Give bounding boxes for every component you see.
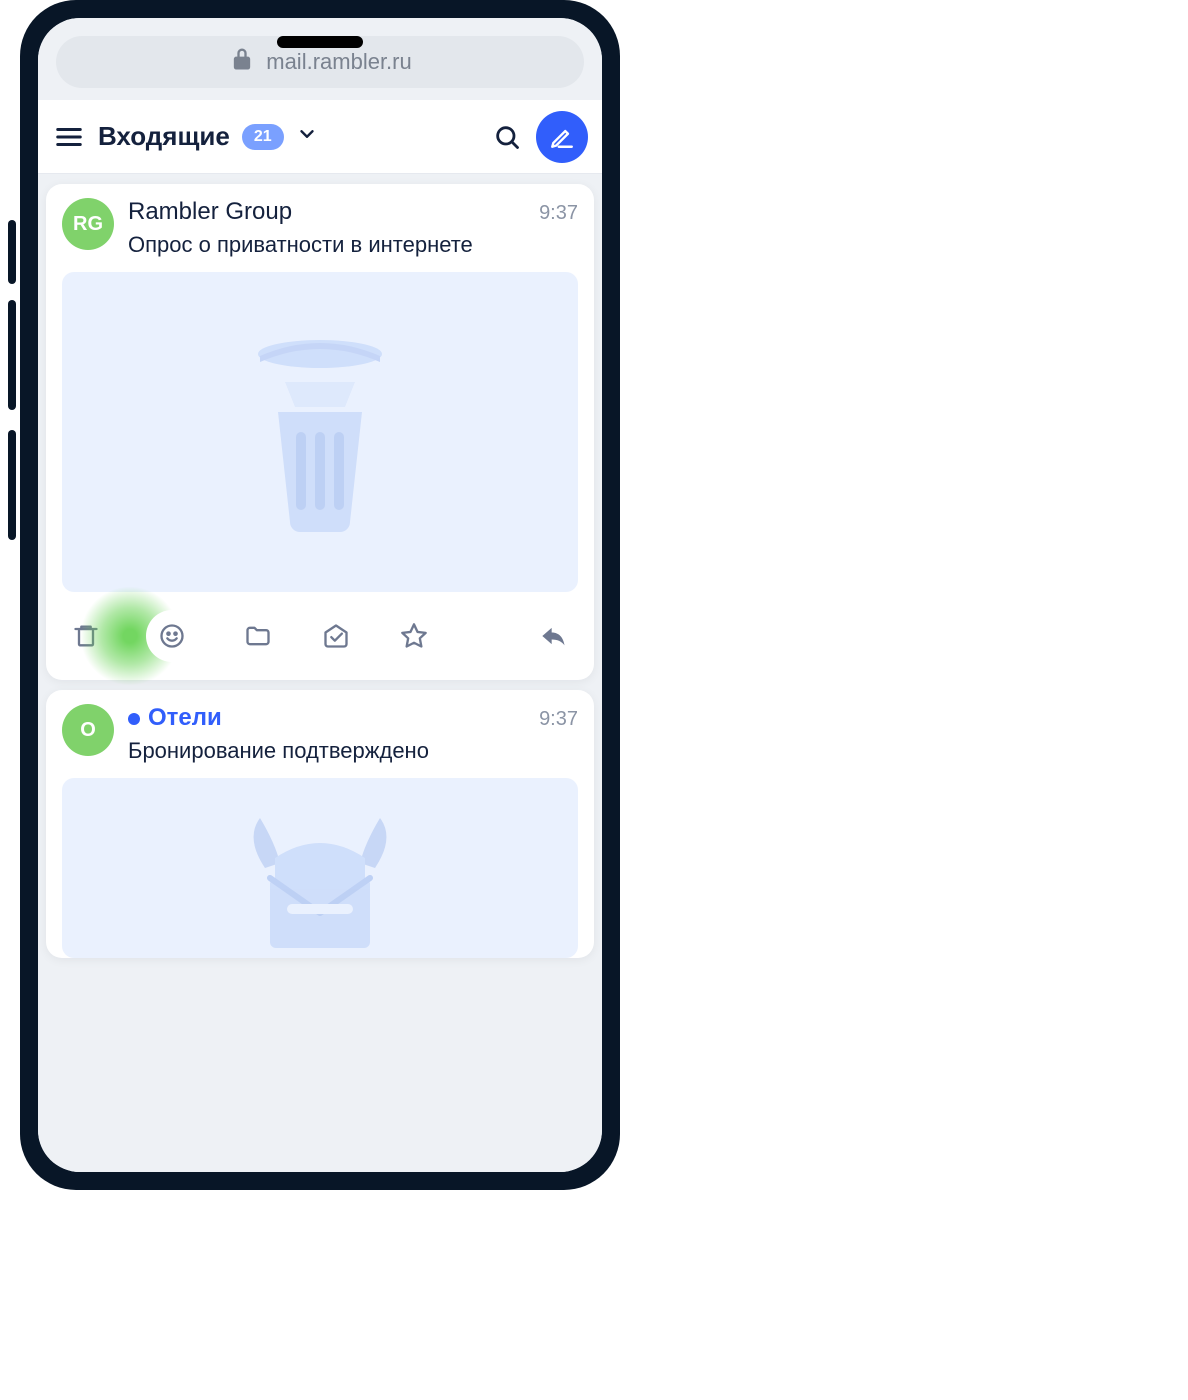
message-subject: Бронирование подтверждено xyxy=(128,738,578,764)
smile-icon[interactable] xyxy=(146,610,198,662)
sender-name: Отели xyxy=(128,704,222,732)
message-preview xyxy=(62,778,578,958)
message-preview xyxy=(62,272,578,592)
message-time: 9:37 xyxy=(539,708,578,731)
browser-bar: mail.rambler.ru xyxy=(38,18,602,100)
folder-title[interactable]: Входящие xyxy=(98,121,230,152)
lock-icon xyxy=(228,45,256,79)
phone-volume-up xyxy=(8,300,16,410)
message-list[interactable]: RG Rambler Group 9:37 Опрос о приватност… xyxy=(38,174,602,1172)
sender-name: Rambler Group xyxy=(128,198,292,226)
phone-mute-switch xyxy=(8,220,16,284)
unread-dot-icon xyxy=(128,713,140,725)
unread-badge: 21 xyxy=(242,124,284,150)
menu-icon[interactable] xyxy=(52,120,86,154)
phone-frame: mail.rambler.ru Входящие 21 xyxy=(20,0,620,1190)
app-header: Входящие 21 xyxy=(38,100,602,174)
trash-icon[interactable] xyxy=(68,618,104,654)
message-card[interactable]: RG Rambler Group 9:37 Опрос о приватност… xyxy=(46,184,594,680)
compose-button[interactable] xyxy=(536,111,588,163)
star-icon[interactable] xyxy=(396,618,432,654)
mark-read-icon[interactable] xyxy=(318,618,354,654)
avatar: RG xyxy=(62,198,114,250)
avatar: O xyxy=(62,704,114,756)
message-actions xyxy=(62,592,578,680)
reply-icon[interactable] xyxy=(536,618,572,654)
url-text: mail.rambler.ru xyxy=(266,49,411,75)
trash-illustration-icon xyxy=(230,322,410,542)
screen: mail.rambler.ru Входящие 21 xyxy=(38,18,602,1172)
folder-icon[interactable] xyxy=(240,618,276,654)
phone-volume-down xyxy=(8,430,16,540)
message-time: 9:37 xyxy=(539,202,578,225)
message-subject: Опрос о приватности в интернете xyxy=(128,232,578,258)
phone-notch xyxy=(277,36,363,48)
chevron-down-icon[interactable] xyxy=(296,123,318,150)
viking-envelope-illustration-icon xyxy=(225,808,415,958)
message-card[interactable]: O Отели 9:37 Бронирование подтверждено xyxy=(46,690,594,958)
search-icon[interactable] xyxy=(490,120,524,154)
